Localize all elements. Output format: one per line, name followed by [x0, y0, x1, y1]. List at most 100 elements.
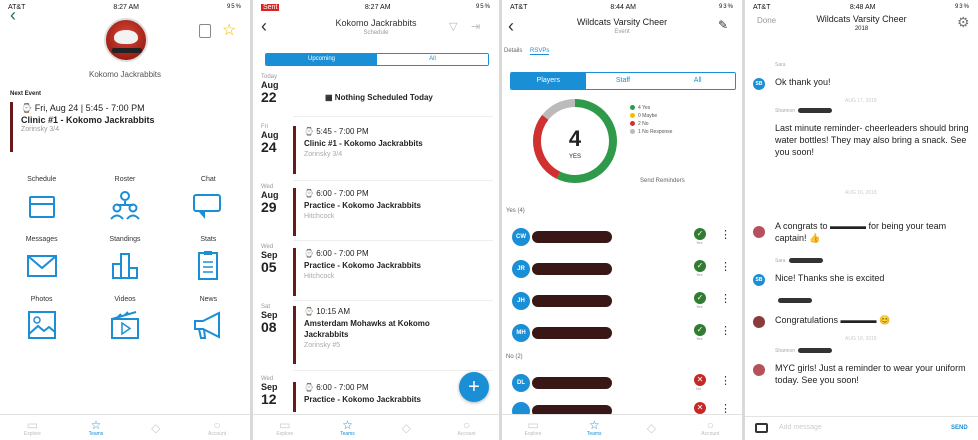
- tab-all[interactable]: All: [377, 54, 488, 65]
- legend-swatch: [630, 129, 635, 135]
- chat-tile[interactable]: Chat: [167, 176, 250, 220]
- timestamp: AUG 16, 2018: [845, 190, 877, 196]
- tab-account[interactable]: ○ Account: [208, 419, 226, 437]
- tab-explore[interactable]: ▭ Explore: [525, 419, 542, 437]
- more-options-icon[interactable]: ⋮: [720, 292, 731, 305]
- event-date: Fri Aug 24: [261, 124, 279, 155]
- page-title: Wildcats Varsity Cheer: [816, 14, 907, 24]
- edit-pencil-icon[interactable]: ✎: [718, 18, 728, 32]
- tab-scores[interactable]: ◇: [647, 422, 656, 434]
- rsvp-legend: 4 Yes 0 Maybe 2 No 1 No Response: [630, 104, 672, 136]
- event-date: Wed Sep 12: [261, 376, 278, 407]
- tab-teams[interactable]: ☆ Teams: [587, 419, 602, 437]
- check-icon[interactable]: ✓: [694, 260, 706, 272]
- rsvp-row[interactable]: MH ✓ Yes ⋮: [510, 322, 736, 344]
- event-card[interactable]: ⌚ 5:45 - 7:00 PM Clinic #1 - Kokomo Jack…: [293, 126, 493, 174]
- gear-icon[interactable]: ⚙: [957, 14, 970, 31]
- share-icon[interactable]: [199, 24, 211, 38]
- export-icon[interactable]: ⇥: [471, 20, 480, 33]
- rsvp-row[interactable]: JR ✓ Yes ⋮: [510, 258, 736, 280]
- x-icon[interactable]: ✕: [694, 374, 706, 386]
- rsvp-row[interactable]: DL ✕ No ⋮: [510, 372, 736, 394]
- next-event-card[interactable]: ⌚ Fri, Aug 24 | 5:45 - 7:00 PM Clinic #1…: [10, 102, 242, 152]
- send-reminders-link[interactable]: Send Reminders: [640, 178, 685, 184]
- rsvp-yes-label: YES: [569, 154, 581, 160]
- rsvp-row[interactable]: JH ✓ Yes ⋮: [510, 290, 736, 312]
- check-icon[interactable]: ✓: [694, 324, 706, 336]
- status-bar: Sent 8:27 AM 95%: [253, 0, 499, 14]
- avatar: [753, 316, 765, 328]
- rsvp-status: Yes: [696, 240, 703, 245]
- next-event-name: Clinic #1 - Kokomo Jackrabbits: [21, 115, 155, 125]
- tab-scores[interactable]: ◇: [402, 422, 411, 434]
- photos-tile[interactable]: Photos: [0, 296, 83, 340]
- camera-icon[interactable]: [755, 423, 768, 433]
- donut-segment: [542, 99, 576, 120]
- legend-swatch: [630, 121, 635, 127]
- team-name: Kokomo Jackrabbits: [88, 70, 162, 79]
- carrier-label: AT&T: [510, 3, 528, 11]
- tab-teams[interactable]: ☆ Teams: [89, 419, 104, 437]
- tab-explore[interactable]: ▭ Explore: [24, 419, 41, 437]
- check-icon[interactable]: ✓: [694, 228, 706, 240]
- redacted-name: [532, 327, 612, 339]
- explore-icon: ▭: [527, 417, 539, 432]
- schedule-tile[interactable]: Schedule: [0, 176, 83, 220]
- page-subtitle: Event: [614, 29, 630, 35]
- tab-staff[interactable]: Staff: [585, 73, 661, 89]
- roster-tile[interactable]: Roster: [83, 176, 166, 220]
- tab-players[interactable]: Players: [511, 73, 586, 89]
- page-title: Wildcats Varsity Cheer: [576, 17, 668, 27]
- message-input[interactable]: Add message: [779, 424, 822, 431]
- stats-tile[interactable]: Stats: [167, 236, 250, 280]
- schedule-header: ‹ Kokomo Jackrabbits Schedule ▽ ⇥: [253, 14, 499, 56]
- clock: 8:44 AM: [610, 3, 637, 11]
- photo-icon: [27, 311, 56, 339]
- tab-upcoming[interactable]: Upcoming: [266, 54, 377, 65]
- more-options-icon[interactable]: ⋮: [720, 324, 731, 337]
- scores-icon: ◇: [151, 420, 161, 435]
- messages-tile[interactable]: Messages: [0, 236, 83, 280]
- event-card[interactable]: ⌚ 6:00 - 7:00 PM Practice - Kokomo Jackr…: [293, 188, 493, 236]
- avatar: SB: [753, 274, 765, 286]
- more-options-icon[interactable]: ⋮: [720, 260, 731, 273]
- standings-tile[interactable]: Standings: [83, 236, 166, 280]
- tab-all[interactable]: All: [660, 73, 735, 89]
- filter-icon[interactable]: ▽: [449, 20, 457, 33]
- four-phone-screenshots: AT&T 8:27 AM 95% ‹ ☆ Kokomo Jackrabbits …: [0, 0, 978, 440]
- star-icon: ☆: [588, 417, 600, 432]
- clipboard-icon: [198, 251, 219, 280]
- tab-teams[interactable]: ☆ Teams: [340, 419, 355, 437]
- event-card[interactable]: ⌚ 10:15 AM Amsterdam Mohawks at Kokomo J…: [293, 306, 493, 364]
- tab-explore[interactable]: ▭ Explore: [276, 419, 293, 437]
- check-icon[interactable]: ✓: [694, 292, 706, 304]
- roster-icon: [110, 191, 140, 220]
- separator: [293, 180, 493, 181]
- news-tile[interactable]: News: [167, 296, 250, 340]
- tab-scores[interactable]: ◇: [151, 422, 160, 434]
- clock-icon: ⌚: [21, 103, 33, 113]
- more-options-icon[interactable]: ⋮: [720, 228, 731, 241]
- tab-account[interactable]: ○ Account: [458, 419, 476, 437]
- videos-tile[interactable]: Videos: [83, 296, 166, 340]
- event-card[interactable]: ⌚ 6:00 - 7:00 PM Practice - Kokomo Jackr…: [293, 248, 493, 296]
- more-options-icon[interactable]: ⋮: [720, 374, 731, 387]
- bottom-tab-bar: ▭ Explore ☆ Teams ◇ ○ Account: [0, 414, 250, 440]
- event-date: Wed Sep 05: [261, 244, 278, 275]
- tab-account[interactable]: ○ Account: [701, 419, 719, 437]
- rsvp-row[interactable]: CW ✓ Yes ⋮: [510, 226, 736, 248]
- legend-maybe: 0 Maybe: [630, 112, 672, 120]
- back-chevron-icon[interactable]: ‹: [10, 6, 16, 24]
- no-section-header: No (2): [506, 354, 523, 360]
- send-button[interactable]: SEND: [951, 425, 968, 431]
- calendar-icon: ▦: [325, 93, 333, 102]
- favorite-star-icon[interactable]: ☆: [222, 20, 236, 40]
- timestamp: AUG 18, 2018: [845, 336, 877, 342]
- event-date: Sat Sep 08: [261, 304, 278, 335]
- x-icon[interactable]: ✕: [694, 402, 706, 414]
- tab-rsvps[interactable]: RSVPs: [530, 48, 550, 55]
- add-event-button[interactable]: +: [459, 372, 489, 402]
- avatar: CW: [512, 228, 530, 246]
- tab-details[interactable]: Details: [504, 48, 522, 54]
- clock: 8:27 AM: [113, 3, 140, 11]
